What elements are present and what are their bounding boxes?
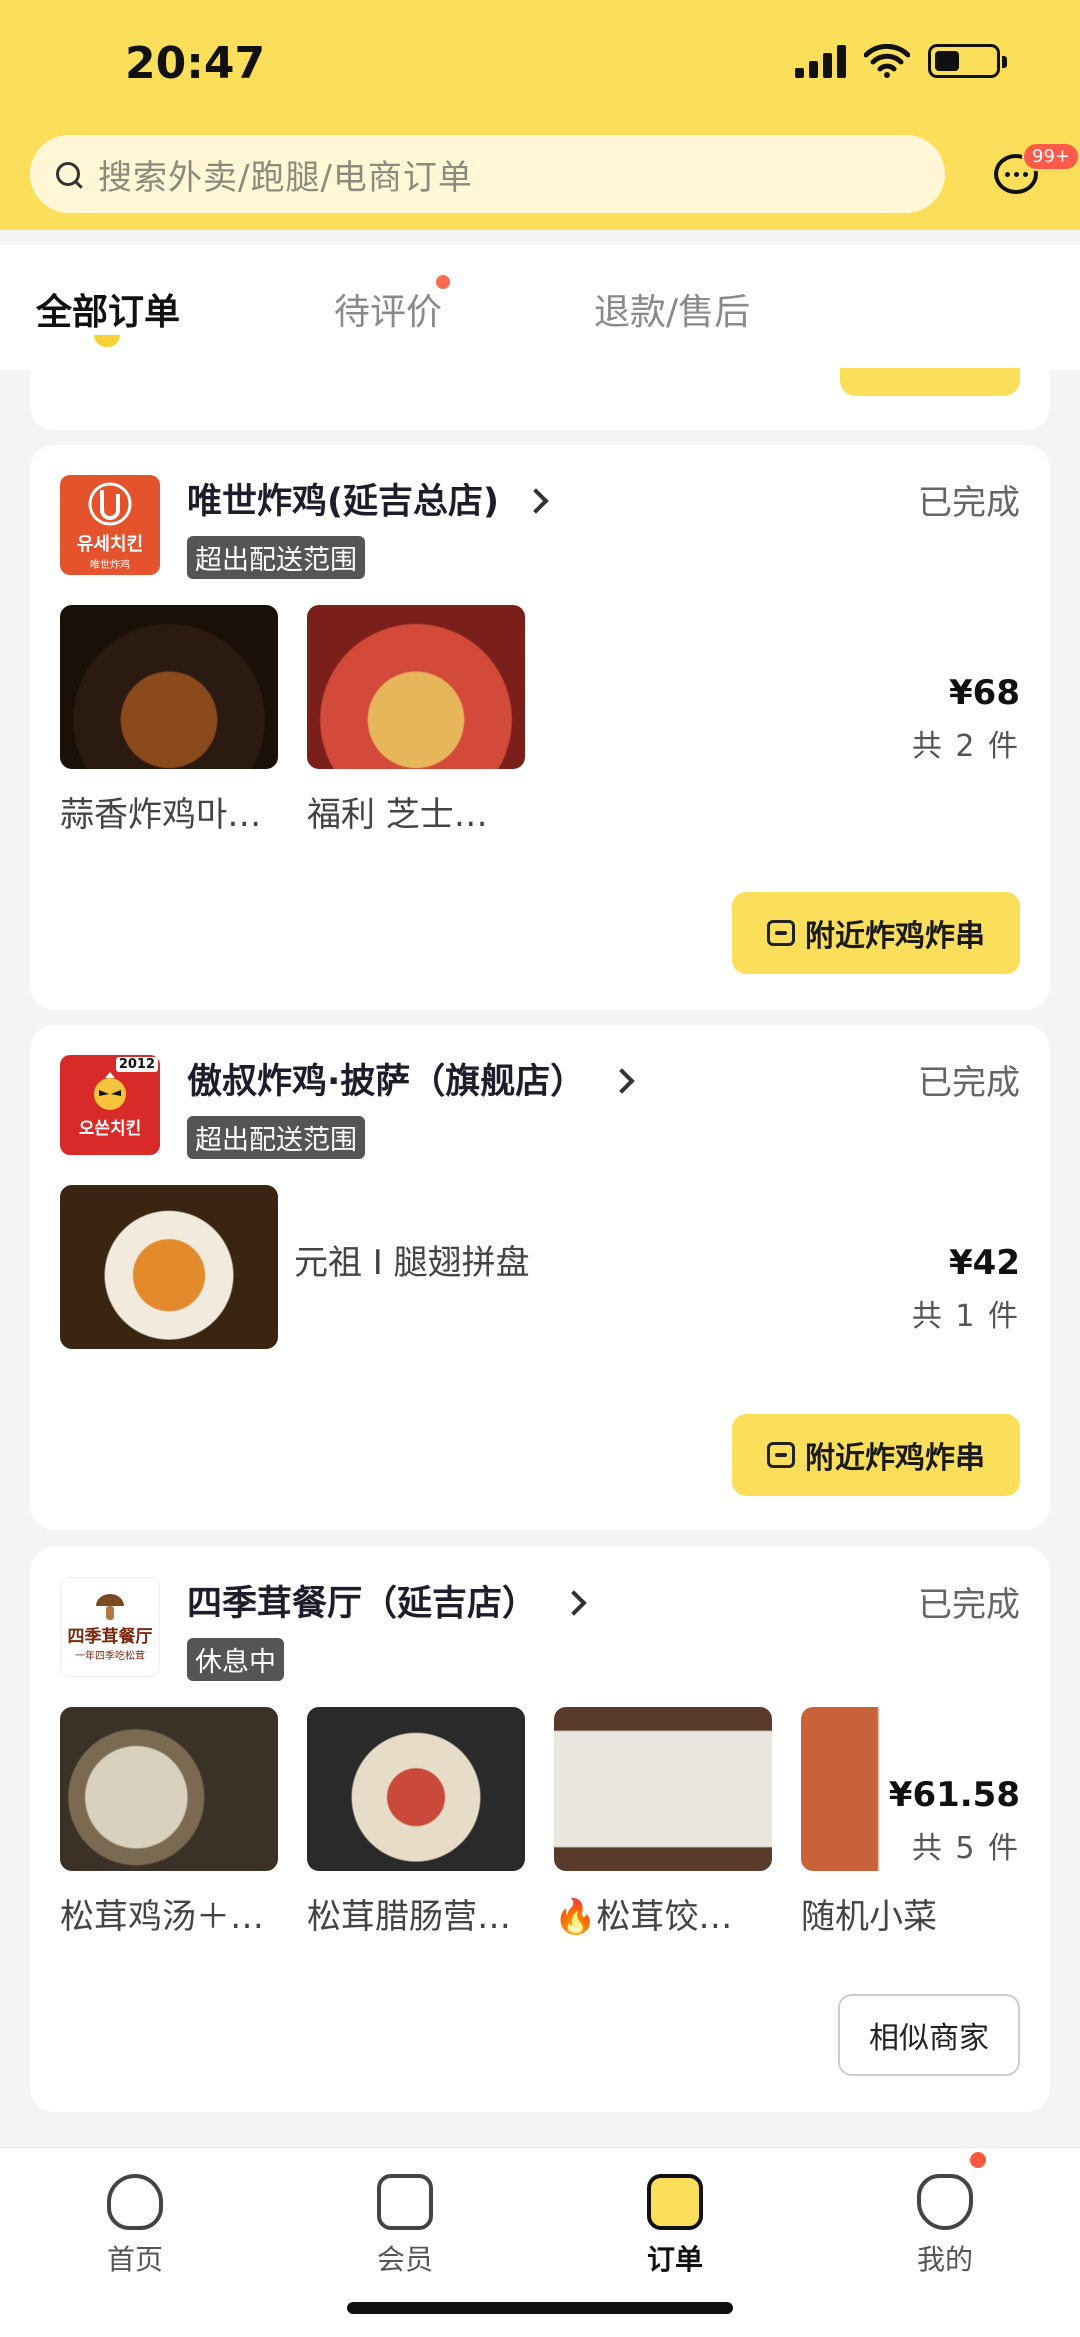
- status-badge: 超出配送范围: [187, 1116, 365, 1159]
- nav-home[interactable]: 首页: [65, 2174, 205, 2278]
- order-tabs: 全部订单 待评价 退款/售后: [0, 245, 1080, 370]
- store-name: 唯世炸鸡(延吉总店): [187, 482, 499, 522]
- profile-notification-dot: [970, 2152, 986, 2168]
- chevron-right-icon: [523, 488, 549, 514]
- member-icon: [377, 2174, 433, 2230]
- status-time: 20:47: [125, 38, 266, 89]
- similar-merchants-button[interactable]: 相似商家: [838, 1994, 1020, 2076]
- item-image[interactable]: [307, 605, 525, 769]
- order-price: ¥42: [949, 1243, 1020, 1283]
- logo-subtext: 一年四季吃松茸: [75, 1651, 145, 1662]
- item-image[interactable]: [60, 605, 278, 769]
- item-name: 🔥松茸饺…: [554, 1897, 733, 1937]
- item-name: 随机小菜: [801, 1897, 937, 1937]
- signal-icon: [795, 44, 846, 78]
- logo-text: 四季茸餐厅: [67, 1627, 153, 1647]
- store-name-link[interactable]: 傲叔炸鸡·披萨（旗舰店）: [187, 1053, 636, 1104]
- action-label: 附近炸鸡炸串: [805, 919, 985, 954]
- order-item-count: 共 2 件: [911, 729, 1020, 764]
- previous-order-button[interactable]: [840, 368, 1020, 396]
- item-image[interactable]: [60, 1707, 278, 1871]
- tab-refund[interactable]: 退款/售后: [594, 283, 750, 335]
- order-status: 已完成: [918, 1063, 1020, 1103]
- action-label: 相似商家: [869, 2021, 989, 2056]
- nearby-fried-chicken-button[interactable]: 附近炸鸡炸串: [732, 892, 1020, 974]
- nav-label: 我的: [916, 2243, 973, 2276]
- tab-to-review[interactable]: 待评价: [334, 283, 442, 335]
- item-name: 福利 芝士…: [307, 795, 488, 835]
- order-status: 已完成: [918, 483, 1020, 523]
- item-image[interactable]: [554, 1707, 772, 1871]
- status-badge: 休息中: [187, 1638, 284, 1681]
- home-indicator: [347, 2302, 733, 2314]
- order-card[interactable]: 2012 오쓴치킨 傲叔炸鸡·披萨（旗舰店） 超出配送范围 已完成 元祖 I 腿…: [30, 1025, 1050, 1530]
- status-icons: [795, 44, 1007, 78]
- logo-text: 유세치킨: [76, 533, 144, 555]
- wifi-icon: [864, 44, 910, 78]
- store-name: 傲叔炸鸡·披萨（旗舰店）: [187, 1062, 586, 1102]
- shop-icon: [767, 1442, 795, 1468]
- orders-icon: [647, 2174, 703, 2230]
- logo-text: 오쓴치킨: [78, 1118, 142, 1139]
- item-name: 松茸腊肠营…: [307, 1897, 511, 1937]
- store-name-link[interactable]: 四季茸餐厅（延吉店）: [187, 1575, 587, 1626]
- item-image[interactable]: [307, 1707, 525, 1871]
- item-name: 松茸鸡汤＋…: [60, 1897, 264, 1937]
- chevron-right-icon: [561, 1590, 587, 1616]
- nav-member[interactable]: 会员: [335, 2174, 475, 2278]
- tab-active-indicator: [94, 335, 120, 347]
- store-logo: 유세치킨 唯世炸鸡: [60, 475, 160, 575]
- store-name-link[interactable]: 唯世炸鸡(延吉总店): [187, 473, 549, 524]
- tab-notification-dot: [436, 275, 450, 289]
- shop-icon: [767, 920, 795, 946]
- order-item-count: 共 1 件: [911, 1299, 1020, 1334]
- logo-year: 2012: [115, 1057, 158, 1072]
- status-badge: 超出配送范围: [187, 536, 365, 579]
- item-name: 蒜香炸鸡마…: [60, 795, 262, 835]
- order-price: ¥61.58: [888, 1775, 1020, 1815]
- nav-label: 订单: [646, 2243, 703, 2276]
- nav-label: 会员: [376, 2243, 433, 2276]
- nav-orders[interactable]: 订单: [605, 2174, 745, 2278]
- logo-subtext: 唯世炸鸡: [90, 559, 130, 571]
- order-card[interactable]: 四季茸餐厅 一年四季吃松茸 四季茸餐厅（延吉店） 休息中 已完成 松茸鸡汤＋… …: [30, 1547, 1050, 2112]
- header: 20:47 搜索外卖/跑腿/电商订单 99+: [0, 0, 1080, 230]
- chevron-right-icon: [609, 1068, 636, 1094]
- item-name: 元祖 I 腿翅拼盘: [294, 1243, 530, 1283]
- messages-button[interactable]: 99+: [994, 142, 1080, 198]
- mushroom-icon: [96, 1594, 124, 1620]
- nav-label: 首页: [106, 2243, 163, 2276]
- store-logo: 四季茸餐厅 一年四季吃松茸: [60, 1577, 160, 1677]
- order-item-count: 共 5 件: [911, 1831, 1020, 1866]
- search-input[interactable]: 搜索外卖/跑腿/电商订单: [30, 135, 945, 213]
- home-icon: [107, 2174, 163, 2230]
- search-placeholder: 搜索外卖/跑腿/电商订单: [98, 157, 473, 198]
- store-logo: 2012 오쓴치킨: [60, 1055, 160, 1155]
- chicken-mascot-icon: [94, 1071, 126, 1110]
- order-card[interactable]: 유세치킨 唯世炸鸡 唯世炸鸡(延吉总店) 超出配送范围 已完成 蒜香炸鸡마… 福…: [30, 445, 1050, 1010]
- search-icon: [56, 162, 80, 186]
- nav-profile[interactable]: 我的: [875, 2174, 1015, 2278]
- store-logo-mark-icon: [88, 482, 132, 525]
- action-label: 附近炸鸡炸串: [805, 1441, 985, 1476]
- message-badge: 99+: [1022, 142, 1080, 171]
- nearby-fried-chicken-button[interactable]: 附近炸鸡炸串: [732, 1414, 1020, 1496]
- profile-icon: [917, 2174, 973, 2230]
- order-status: 已完成: [918, 1585, 1020, 1625]
- item-image[interactable]: [60, 1185, 278, 1349]
- store-name: 四季茸餐厅（延吉店）: [187, 1584, 538, 1624]
- tab-all-orders[interactable]: 全部订单: [36, 283, 180, 335]
- battery-icon: [928, 44, 1007, 78]
- order-price: ¥68: [949, 673, 1020, 713]
- previous-order-card: [30, 368, 1050, 430]
